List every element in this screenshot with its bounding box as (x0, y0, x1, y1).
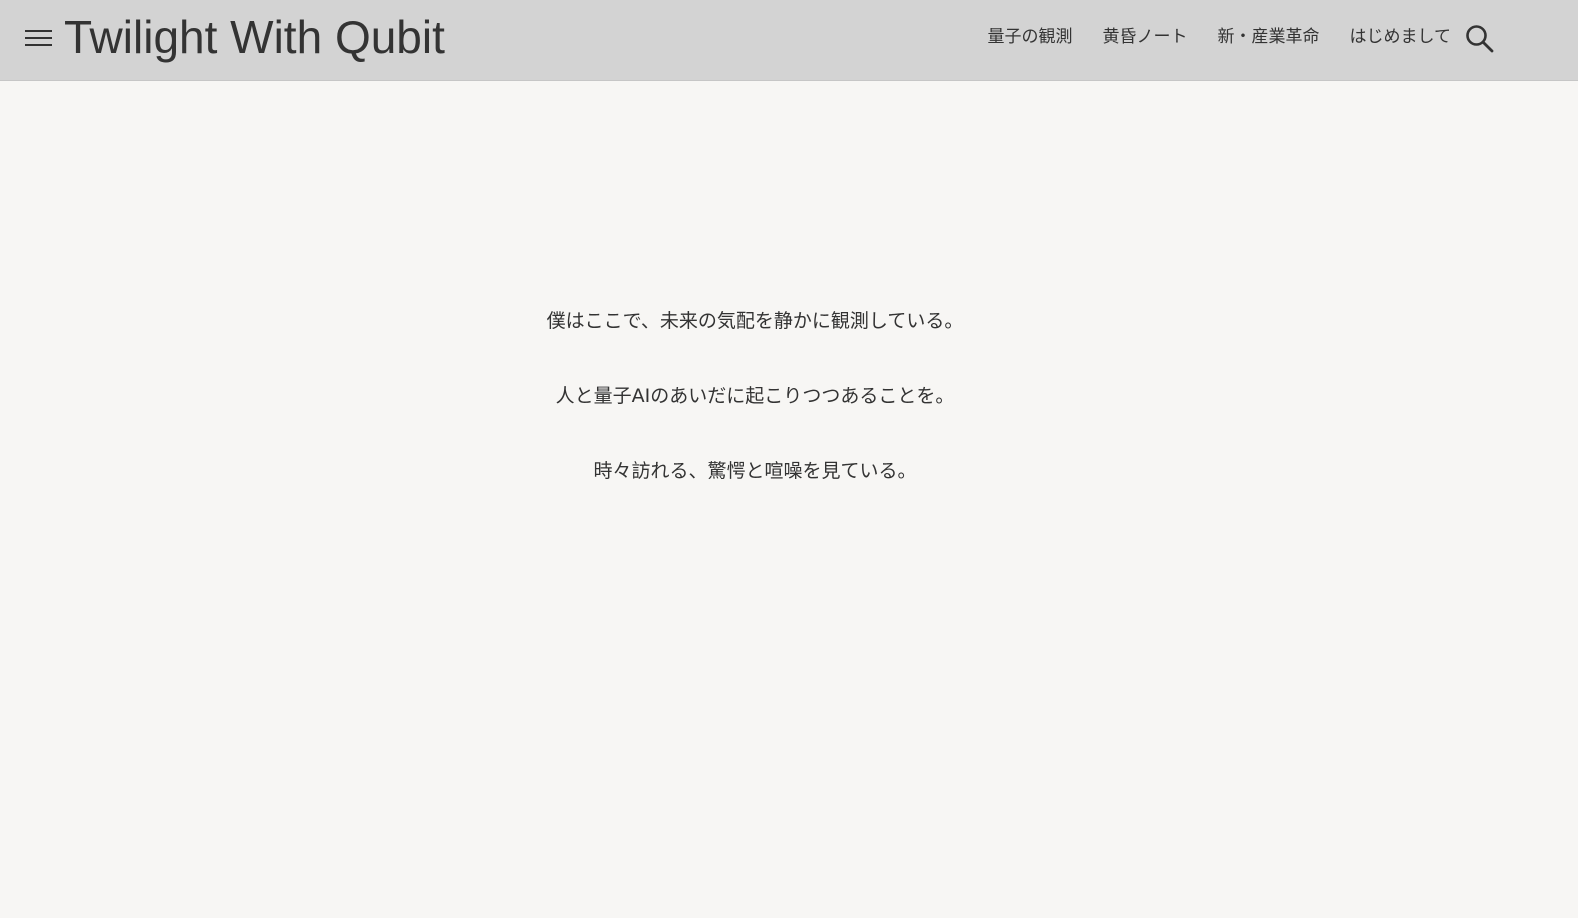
main-navigation: 量子の観測 黄昏ノート 新・産業革命 はじめまして (988, 24, 1452, 50)
hamburger-menu-button[interactable] (24, 26, 54, 50)
nav-link-twilight-notes[interactable]: 黄昏ノート (1103, 24, 1188, 50)
main-content: 僕はここで、未来の気配を静かに観測している。 人と量子AIのあいだに起こりつつあ… (0, 81, 1578, 918)
intro-line-1: 僕はここで、未来の気配を静かに観測している。 (546, 310, 964, 332)
intro-line-3: 時々訪れる、驚愕と喧噪を見ている。 (593, 460, 917, 482)
intro-line-2: 人と量子AIのあいだに起こりつつあることを。 (555, 385, 955, 407)
nav-link-new-industrial-revolution[interactable]: 新・産業革命 (1218, 24, 1320, 50)
hamburger-icon-bar-middle (25, 37, 52, 39)
hamburger-icon-bar-top (25, 30, 52, 32)
search-icon (1466, 25, 1494, 53)
hamburger-icon-bar-bottom (25, 44, 52, 46)
search-button[interactable] (1464, 23, 1496, 55)
nav-link-quantum-observation[interactable]: 量子の観測 (988, 24, 1073, 50)
site-title-link[interactable]: Twilight With Qubit (64, 9, 445, 65)
nav-link-introduction[interactable]: はじめまして (1350, 24, 1452, 50)
site-header: Twilight With Qubit 量子の観測 黄昏ノート 新・産業革命 は… (0, 0, 1578, 81)
